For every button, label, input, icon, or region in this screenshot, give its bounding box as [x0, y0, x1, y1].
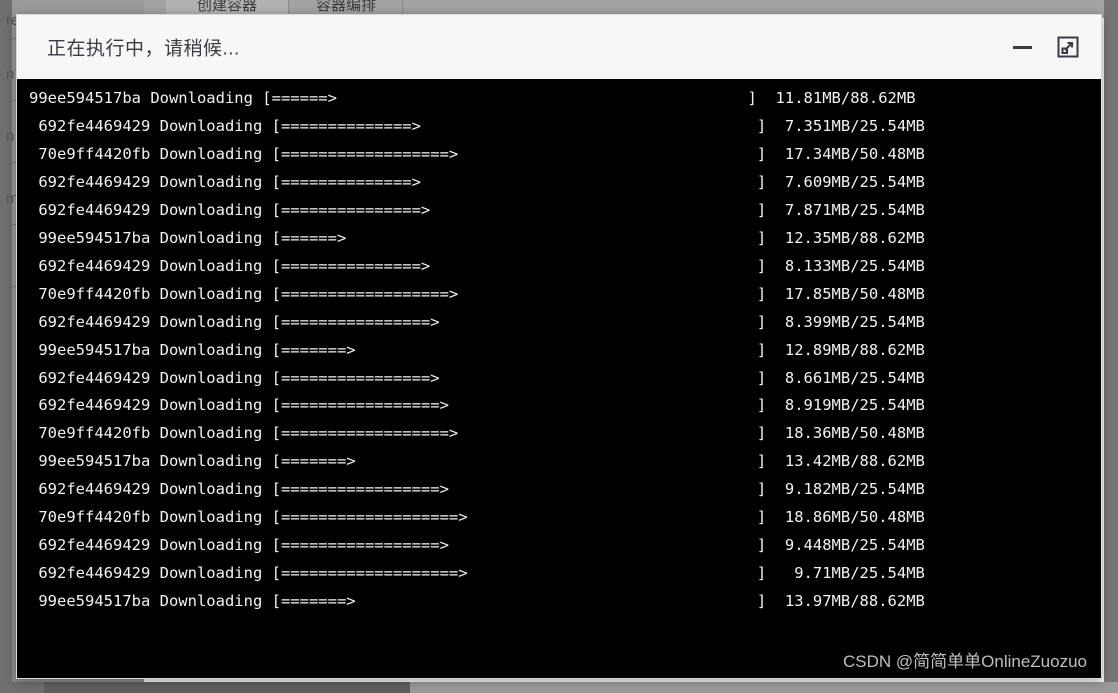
terminal-lines-container: 99ee594517ba Downloading [======> ] 11.8… — [17, 85, 1101, 678]
horizontal-scrollbar-thumb[interactable] — [44, 682, 410, 693]
terminal-line: 70e9ff4420fb Downloading [==============… — [29, 284, 925, 303]
terminal-line: 692fe4469429 Downloading [==============… — [29, 564, 925, 583]
terminal-line: 692fe4469429 Downloading [==============… — [29, 116, 925, 135]
terminal-line: 692fe4469429 Downloading [==============… — [29, 480, 925, 499]
terminal-line: 99ee594517ba Downloading [=======> ] 13.… — [29, 592, 925, 611]
terminal-line: 99ee594517ba Downloading [=======> ] 12.… — [29, 340, 925, 359]
background-right-strip — [1104, 0, 1118, 693]
expand-button[interactable] — [1055, 34, 1081, 60]
terminal-line: 99ee594517ba Downloading [=======> ] 13.… — [29, 452, 925, 471]
dialog-title: 正在执行中，请稍候... — [47, 38, 240, 60]
expand-icon — [1057, 36, 1079, 58]
scrollbar-corner — [0, 682, 44, 693]
terminal-line: 70e9ff4420fb Downloading [==============… — [29, 424, 925, 443]
sidebar-item-1[interactable]: n — [6, 66, 14, 83]
sidebar-item-2[interactable]: n — [6, 128, 14, 145]
terminal-line: 692fe4469429 Downloading [==============… — [29, 312, 925, 331]
dialog-header: 正在执行中，请稍候... — [17, 15, 1101, 79]
terminal-output[interactable]: 99ee594517ba Downloading [======> ] 11.8… — [17, 79, 1101, 678]
terminal-line: 692fe4469429 Downloading [==============… — [29, 172, 925, 191]
background-left-rail — [0, 0, 12, 693]
terminal-line: 99ee594517ba Downloading [======> ] 12.3… — [29, 228, 925, 247]
terminal-line: 692fe4469429 Downloading [==============… — [29, 200, 925, 219]
terminal-line: 692fe4469429 Downloading [==============… — [29, 536, 925, 555]
screen-root: re n n m 创建容器 容器编排 正在执行中，请稍候... 99ee5945… — [0, 0, 1118, 693]
terminal-line: 99ee594517ba Downloading [======> ] 11.8… — [29, 89, 916, 107]
dialog-header-actions — [1009, 34, 1081, 60]
terminal-line: 70e9ff4420fb Downloading [==============… — [29, 144, 925, 163]
terminal-line: 692fe4469429 Downloading [==============… — [29, 368, 925, 387]
execution-dialog: 正在执行中，请稍候... 99ee594517ba Downloading [=… — [16, 14, 1102, 679]
minimize-button[interactable] — [1009, 34, 1035, 60]
terminal-line: 692fe4469429 Downloading [==============… — [29, 256, 925, 275]
terminal-line: 692fe4469429 Downloading [==============… — [29, 396, 925, 415]
minimize-icon — [1012, 45, 1032, 49]
horizontal-scrollbar-track[interactable] — [0, 682, 1118, 693]
terminal-line: 70e9ff4420fb Downloading [==============… — [29, 508, 925, 527]
watermark: CSDN @简简单单OnlineZuozuo — [843, 652, 1087, 671]
